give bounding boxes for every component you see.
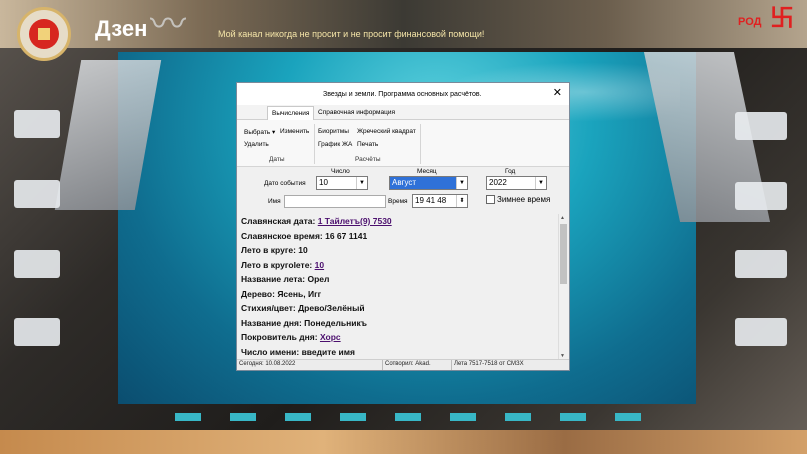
info-panel: Славянская дата: 1 Тайлетъ(9) 7530 Славя…: [239, 214, 557, 360]
edit-date-button[interactable]: Изменить: [280, 128, 309, 135]
date-form: Число Месяц Год Дато события 10 ▼ Август ▼…: [237, 167, 569, 211]
bottom-band: [0, 430, 807, 454]
select-date-button[interactable]: Выбрать ▾: [244, 128, 275, 136]
ribbon-separator: [420, 124, 421, 164]
info-line-day-patron: Покровитель дня: Хорс: [241, 332, 341, 342]
status-separator: [382, 360, 383, 370]
delete-date-button[interactable]: Удалить: [244, 141, 269, 148]
info-line-slavic-time: Славянское время: 16 67 1141: [241, 230, 368, 241]
day-patron-link[interactable]: Хорс: [320, 332, 341, 342]
film-perforation: [14, 318, 60, 346]
film-hole: [340, 413, 366, 421]
year-in-kolo-link[interactable]: 10: [315, 260, 324, 270]
status-bar: Сегодня: 10.08.2022 Сотворил: Akad. Лета…: [237, 359, 569, 370]
logo-emblem-icon: [17, 7, 71, 61]
tab-bar: Вычисления Справочная информация: [237, 105, 569, 120]
film-hole: [505, 413, 531, 421]
ribbon-separator: [314, 124, 315, 164]
film-hole: [230, 413, 256, 421]
chevron-down-icon: ▼: [535, 177, 546, 189]
film-perforation: [735, 250, 787, 278]
app-window: Звезды и земли. Программа основных расчё…: [236, 82, 570, 371]
info-line-year-in-kolo: Лето в кругolете: 10: [241, 259, 325, 270]
film-perforation: [735, 182, 787, 210]
info-scrollbar[interactable]: ▲ ▼: [558, 214, 568, 360]
calc-group-label: Расчёты: [355, 156, 381, 163]
film-perforation: [735, 112, 787, 140]
tab-calculations[interactable]: Вычисления: [267, 106, 315, 120]
swastika-mark-icon: 卐: [770, 5, 794, 32]
info-line-name-number: Число имени: введите имя: [241, 346, 355, 357]
film-perforation: [14, 250, 60, 278]
tab-reference[interactable]: Справочная информация: [314, 106, 399, 119]
close-icon[interactable]: ✕: [553, 86, 562, 99]
scroll-up-icon[interactable]: ▲: [560, 215, 565, 221]
info-line-day-name: Название дня: Понедельникъ: [241, 317, 367, 328]
event-date-label: Дато события: [264, 180, 306, 187]
status-today: Сегодня: 10.08.2022: [239, 361, 296, 367]
name-label: Имя: [268, 198, 281, 205]
zha-chart-button[interactable]: График ЖА: [318, 141, 352, 148]
film-hole: [285, 413, 311, 421]
status-author: Сотворил: Akad.: [385, 361, 431, 367]
title-bar: Звезды и земли. Программа основных расчё…: [237, 83, 569, 105]
chevron-down-icon: ▼: [356, 177, 367, 189]
slavic-date-link[interactable]: 1 Тайлетъ(9) 7530: [318, 216, 392, 226]
info-line-year-name: Название лета: Орел: [241, 274, 330, 284]
film-hole: [395, 413, 421, 421]
year-header: Год: [505, 168, 516, 175]
scroll-thumb[interactable]: [560, 224, 567, 284]
winter-time-checkbox[interactable]: [486, 195, 495, 204]
film-hole: [560, 413, 586, 421]
info-line-element-color: Стихия/цвет: Древо/Зелёный: [241, 303, 365, 313]
channel-tagline: Мой канал никогда не просит и не просит …: [218, 29, 485, 39]
film-hole: [450, 413, 476, 421]
month-header: Месяц: [417, 168, 437, 175]
film-perforation: [735, 318, 787, 346]
year-select[interactable]: 2022 ▼: [486, 176, 547, 190]
chevron-down-icon: ▼: [456, 177, 467, 189]
priest-square-button[interactable]: Жреческий квадрат: [357, 128, 416, 135]
status-separator: [451, 360, 452, 370]
film-hole: [615, 413, 641, 421]
print-button[interactable]: Печать: [357, 141, 378, 148]
day-header: Число: [331, 168, 350, 175]
corner-badge: РОД: [738, 16, 762, 28]
film-perforation: [14, 180, 60, 208]
name-field[interactable]: [284, 195, 386, 208]
film-hole: [175, 413, 201, 421]
dates-group-label: Даты: [269, 156, 285, 163]
spinner-icon[interactable]: ⬍: [456, 195, 467, 207]
info-line-year-in-circle: Лето в круге: 10: [241, 245, 308, 255]
status-years: Лета 7517-7518 от СМЗХ: [454, 361, 524, 367]
month-select[interactable]: Август ▼: [389, 176, 468, 190]
day-select[interactable]: 10 ▼: [316, 176, 368, 190]
time-label: Время: [388, 198, 408, 205]
window-title: Звезды и земли. Программа основных расчё…: [323, 91, 482, 98]
winter-time-label: Зимнее время: [497, 195, 551, 204]
time-field[interactable]: 19 41 48 ⬍: [412, 194, 468, 208]
info-line-tree: Дерево: Ясень, Игг: [241, 288, 322, 299]
biorhythms-button[interactable]: Биоритмы: [318, 128, 349, 135]
ribbon: Выбрать ▾ Изменить Удалить Даты Биоритмы…: [237, 120, 569, 167]
channel-name: Дзен: [95, 16, 148, 41]
film-perforation: [14, 110, 60, 138]
info-line-slavic-date: Славянская дата: 1 Тайлетъ(9) 7530: [241, 216, 392, 226]
